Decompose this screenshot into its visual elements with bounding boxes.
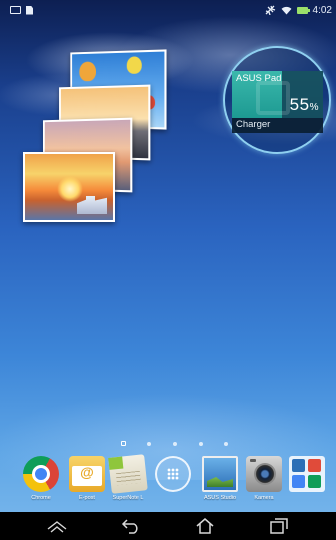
battery-widget[interactable]: ASUS Pad 55% Charger — [232, 71, 323, 133]
image-notification-icon — [10, 6, 21, 14]
nav-back-button[interactable] — [118, 516, 144, 536]
app-folder-icon — [289, 456, 325, 492]
recent-apps-up-icon — [47, 521, 67, 533]
airplane-off-icon — [265, 5, 275, 15]
clock: 4:02 — [312, 4, 332, 16]
email-icon — [69, 456, 105, 492]
folder-mini-app-icon — [292, 475, 305, 488]
photo-sunset-santorini[interactable] — [23, 152, 115, 222]
nav-home-button[interactable] — [192, 516, 218, 536]
app-label: ASUS Studio — [203, 495, 237, 501]
app-supernote[interactable]: SuperNote L — [104, 454, 152, 501]
sun-shape — [57, 176, 83, 202]
status-bar[interactable]: 4:02 — [0, 0, 336, 20]
camera-icon — [246, 456, 282, 492]
app-label: Chrome — [31, 495, 51, 501]
balloon-shape — [126, 56, 142, 74]
nav-up-button[interactable] — [44, 516, 70, 536]
chrome-icon — [23, 456, 59, 492]
page-dot — [224, 442, 228, 446]
balloon-shape — [79, 61, 96, 82]
page-indicator — [0, 441, 336, 451]
device-name: ASUS Pad — [236, 73, 282, 84]
dock: Chrome E-post SuperNote L ASUS Studio Ka… — [0, 454, 336, 512]
battery-percent: 55% — [290, 95, 319, 115]
battery-icon — [296, 6, 310, 14]
folder-mini-app-icon — [308, 459, 321, 472]
notification-icons — [10, 5, 33, 15]
page-dot — [147, 442, 151, 446]
app-camera[interactable]: Kamera — [240, 456, 288, 501]
charger-label: Charger — [236, 119, 271, 130]
nav-recents-button[interactable] — [266, 516, 292, 536]
back-icon — [121, 519, 138, 534]
app-drawer-icon — [155, 456, 191, 492]
battery-percent-value: 55 — [289, 95, 310, 114]
houses-shape — [77, 196, 107, 214]
app-label: Kamera — [254, 495, 274, 501]
app-label: SuperNote L — [112, 495, 144, 501]
home-icon — [196, 518, 214, 534]
navigation-bar — [0, 512, 336, 540]
folder-mini-app-icon — [292, 459, 305, 472]
recents-icon — [270, 518, 288, 534]
supernote-icon — [108, 454, 148, 494]
system-icons: 4:02 — [265, 5, 332, 16]
home-page-indicator — [121, 441, 126, 446]
charger-plug-icon — [256, 81, 290, 115]
app-chrome[interactable]: Chrome — [17, 456, 65, 501]
app-asus-studio[interactable]: ASUS Studio — [196, 456, 244, 501]
page-dot — [173, 442, 177, 446]
asus-studio-icon — [202, 456, 238, 492]
battery-percent-sign: % — [309, 102, 319, 113]
app-drawer-button[interactable] — [149, 456, 197, 492]
folder-mini-app-icon — [308, 475, 321, 488]
page-dot — [199, 442, 203, 446]
app-folder[interactable] — [283, 456, 331, 492]
document-notification-icon — [26, 5, 33, 15]
wifi-icon — [281, 6, 291, 15]
